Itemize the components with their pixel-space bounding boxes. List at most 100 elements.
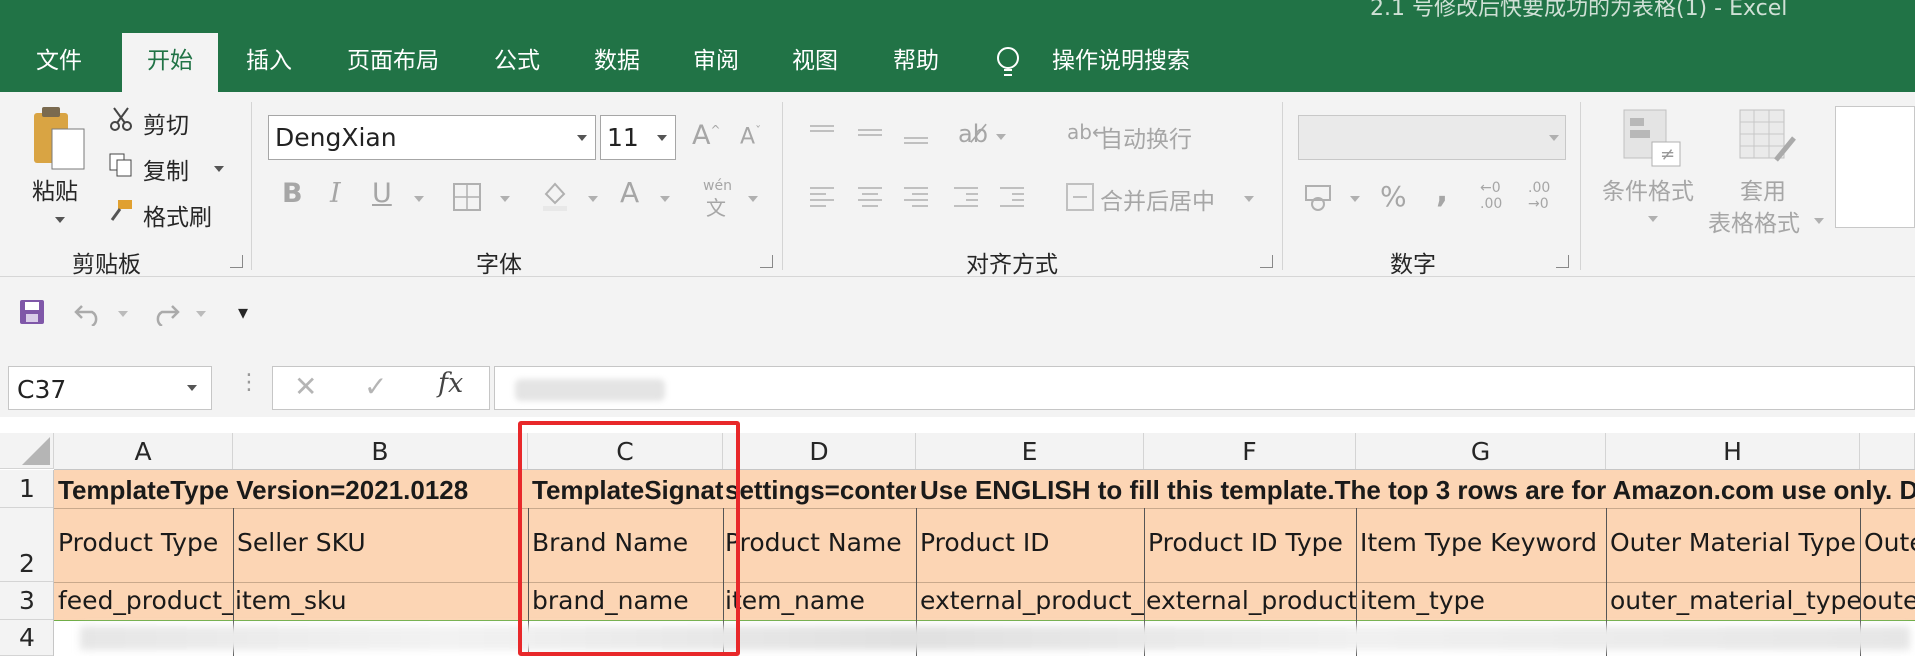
number-format-dropdown-icon[interactable] <box>1549 135 1559 141</box>
merge-dropdown-icon[interactable] <box>1244 196 1254 202</box>
format-table-dropdown-icon[interactable] <box>1814 218 1824 224</box>
tab-formulas[interactable]: 公式 <box>478 33 556 92</box>
merge-center-button[interactable]: 合并后居中 <box>1100 182 1215 216</box>
name-box[interactable]: C37 <box>8 366 212 410</box>
customize-qat-icon[interactable]: ▾ <box>238 300 248 324</box>
redo-dropdown-icon[interactable] <box>196 311 206 317</box>
column-header-e[interactable]: E <box>916 433 1144 469</box>
row-header-4[interactable]: 4 <box>0 620 54 656</box>
column-header-g[interactable]: G <box>1356 433 1606 469</box>
borders-icon[interactable] <box>452 182 482 212</box>
cell-f2[interactable]: Product ID Type <box>1144 528 1356 568</box>
font-dialog-launcher[interactable] <box>760 255 773 268</box>
paste-label[interactable]: 粘贴 <box>32 172 78 206</box>
formula-bar-grip-icon[interactable]: ⋮ <box>238 370 260 395</box>
column-header-d[interactable]: D <box>723 433 916 469</box>
tab-home[interactable]: 开始 <box>122 33 218 92</box>
number-dialog-launcher[interactable] <box>1556 255 1569 268</box>
cell-b2[interactable]: Seller SKU <box>233 528 528 568</box>
conditional-dropdown-icon[interactable] <box>1648 216 1658 222</box>
cut-button[interactable]: 剪切 <box>143 106 189 140</box>
save-icon[interactable] <box>18 298 46 326</box>
shrink-font-icon[interactable]: Aˇ <box>740 124 761 149</box>
cell-a2[interactable]: Product Type <box>54 528 233 568</box>
phonetic-dropdown-icon[interactable] <box>748 196 758 202</box>
alignment-dialog-launcher[interactable] <box>1260 255 1273 268</box>
column-header-f[interactable]: F <box>1144 433 1356 469</box>
increase-decimal-button[interactable]: ←0 .00 <box>1480 180 1516 212</box>
cell-g3[interactable]: item_type <box>1356 586 1606 620</box>
fill-color-dropdown-icon[interactable] <box>588 196 598 202</box>
vertical-align-icons[interactable] <box>806 120 966 150</box>
accounting-dropdown-icon[interactable] <box>1350 196 1360 202</box>
grow-font-icon[interactable]: A^ <box>692 120 721 151</box>
font-size-box[interactable]: 11 <box>600 115 676 160</box>
tab-page-layout[interactable]: 页面布局 <box>330 33 456 92</box>
orientation-icon[interactable]: ab̸ <box>958 120 988 148</box>
copy-dropdown-icon[interactable] <box>214 166 224 172</box>
column-header-i[interactable] <box>1860 433 1915 469</box>
select-all-corner[interactable] <box>0 433 54 469</box>
row-header-2[interactable]: 2 <box>0 508 54 582</box>
format-as-table-line2[interactable]: 表格格式 <box>1708 204 1800 238</box>
cell-styles-gallery[interactable] <box>1835 106 1915 228</box>
tab-data[interactable]: 数据 <box>578 33 656 92</box>
tab-file[interactable]: 文件 <box>18 33 100 92</box>
underline-dropdown-icon[interactable] <box>414 196 424 202</box>
copy-button[interactable]: 复制 <box>143 152 189 186</box>
column-header-h[interactable]: H <box>1606 433 1860 469</box>
cell-i2[interactable]: Oute <box>1860 528 1915 568</box>
formula-input[interactable] <box>494 366 1915 410</box>
horizontal-align-icons[interactable] <box>806 182 1026 212</box>
enter-icon[interactable]: ✓ <box>364 370 387 403</box>
accounting-format-icon[interactable] <box>1304 182 1338 212</box>
format-painter-button[interactable]: 格式刷 <box>143 198 212 232</box>
insert-function-icon[interactable]: fx <box>438 368 463 399</box>
undo-icon[interactable] <box>72 298 104 326</box>
font-color-button[interactable]: A <box>620 176 639 209</box>
font-color-dropdown-icon[interactable] <box>660 196 670 202</box>
tab-view[interactable]: 视图 <box>776 33 854 92</box>
wrap-text-button[interactable]: 自动换行 <box>1100 120 1192 154</box>
number-format-box[interactable] <box>1298 115 1566 160</box>
format-as-table-line1[interactable]: 套用 <box>1740 172 1786 206</box>
row-header-1[interactable]: 1 <box>0 470 54 508</box>
italic-button[interactable]: I <box>330 178 341 209</box>
undo-dropdown-icon[interactable] <box>118 311 128 317</box>
cell-g2[interactable]: Item Type Keyword <box>1356 528 1606 568</box>
paste-dropdown-icon[interactable] <box>55 217 65 223</box>
font-name-box[interactable]: DengXian <box>268 115 596 160</box>
underline-button[interactable]: U <box>372 178 392 209</box>
cell-d3[interactable]: item_name <box>723 586 916 620</box>
tab-help[interactable]: 帮助 <box>876 33 956 92</box>
cancel-icon[interactable]: ✕ <box>294 370 317 403</box>
font-name-dropdown-icon[interactable] <box>577 135 587 141</box>
cell-e3[interactable]: external_product_i <box>916 586 1144 620</box>
column-header-b[interactable]: B <box>233 433 528 469</box>
orientation-dropdown-icon[interactable] <box>996 134 1006 140</box>
conditional-formatting-button[interactable]: 条件格式 <box>1602 172 1694 206</box>
cell-f3[interactable]: external_product_ <box>1144 586 1356 620</box>
row-header-3[interactable]: 3 <box>0 582 54 620</box>
cell-d1[interactable]: settings=conter <box>723 472 916 508</box>
font-size-dropdown-icon[interactable] <box>657 135 667 141</box>
percent-button[interactable]: % <box>1380 180 1407 213</box>
fill-color-icon[interactable] <box>540 180 570 212</box>
paste-icon[interactable] <box>30 105 90 175</box>
borders-dropdown-icon[interactable] <box>500 196 510 202</box>
decrease-decimal-button[interactable]: .00 →0 <box>1528 180 1564 212</box>
column-header-a[interactable]: A <box>54 433 233 469</box>
cell-b3[interactable]: item_sku <box>233 586 528 620</box>
tab-insert[interactable]: 插入 <box>230 33 308 92</box>
cell-h3[interactable]: outer_material_type1 <box>1606 586 1860 620</box>
bold-button[interactable]: B <box>282 178 303 209</box>
clipboard-dialog-launcher[interactable] <box>230 255 243 268</box>
redo-icon[interactable] <box>150 298 182 326</box>
comma-button[interactable]: , <box>1436 172 1448 210</box>
cell-h2[interactable]: Outer Material Type <box>1606 528 1860 568</box>
cell-i3[interactable]: oute <box>1860 586 1915 620</box>
cell-d2[interactable]: Product Name <box>723 528 916 568</box>
cell-a1[interactable]: TemplateType Version=2021.0128 <box>54 472 528 508</box>
cell-e1[interactable]: Use ENGLISH to fill this template.The to… <box>916 472 1915 508</box>
cell-a3[interactable]: feed_product_t <box>54 586 233 620</box>
